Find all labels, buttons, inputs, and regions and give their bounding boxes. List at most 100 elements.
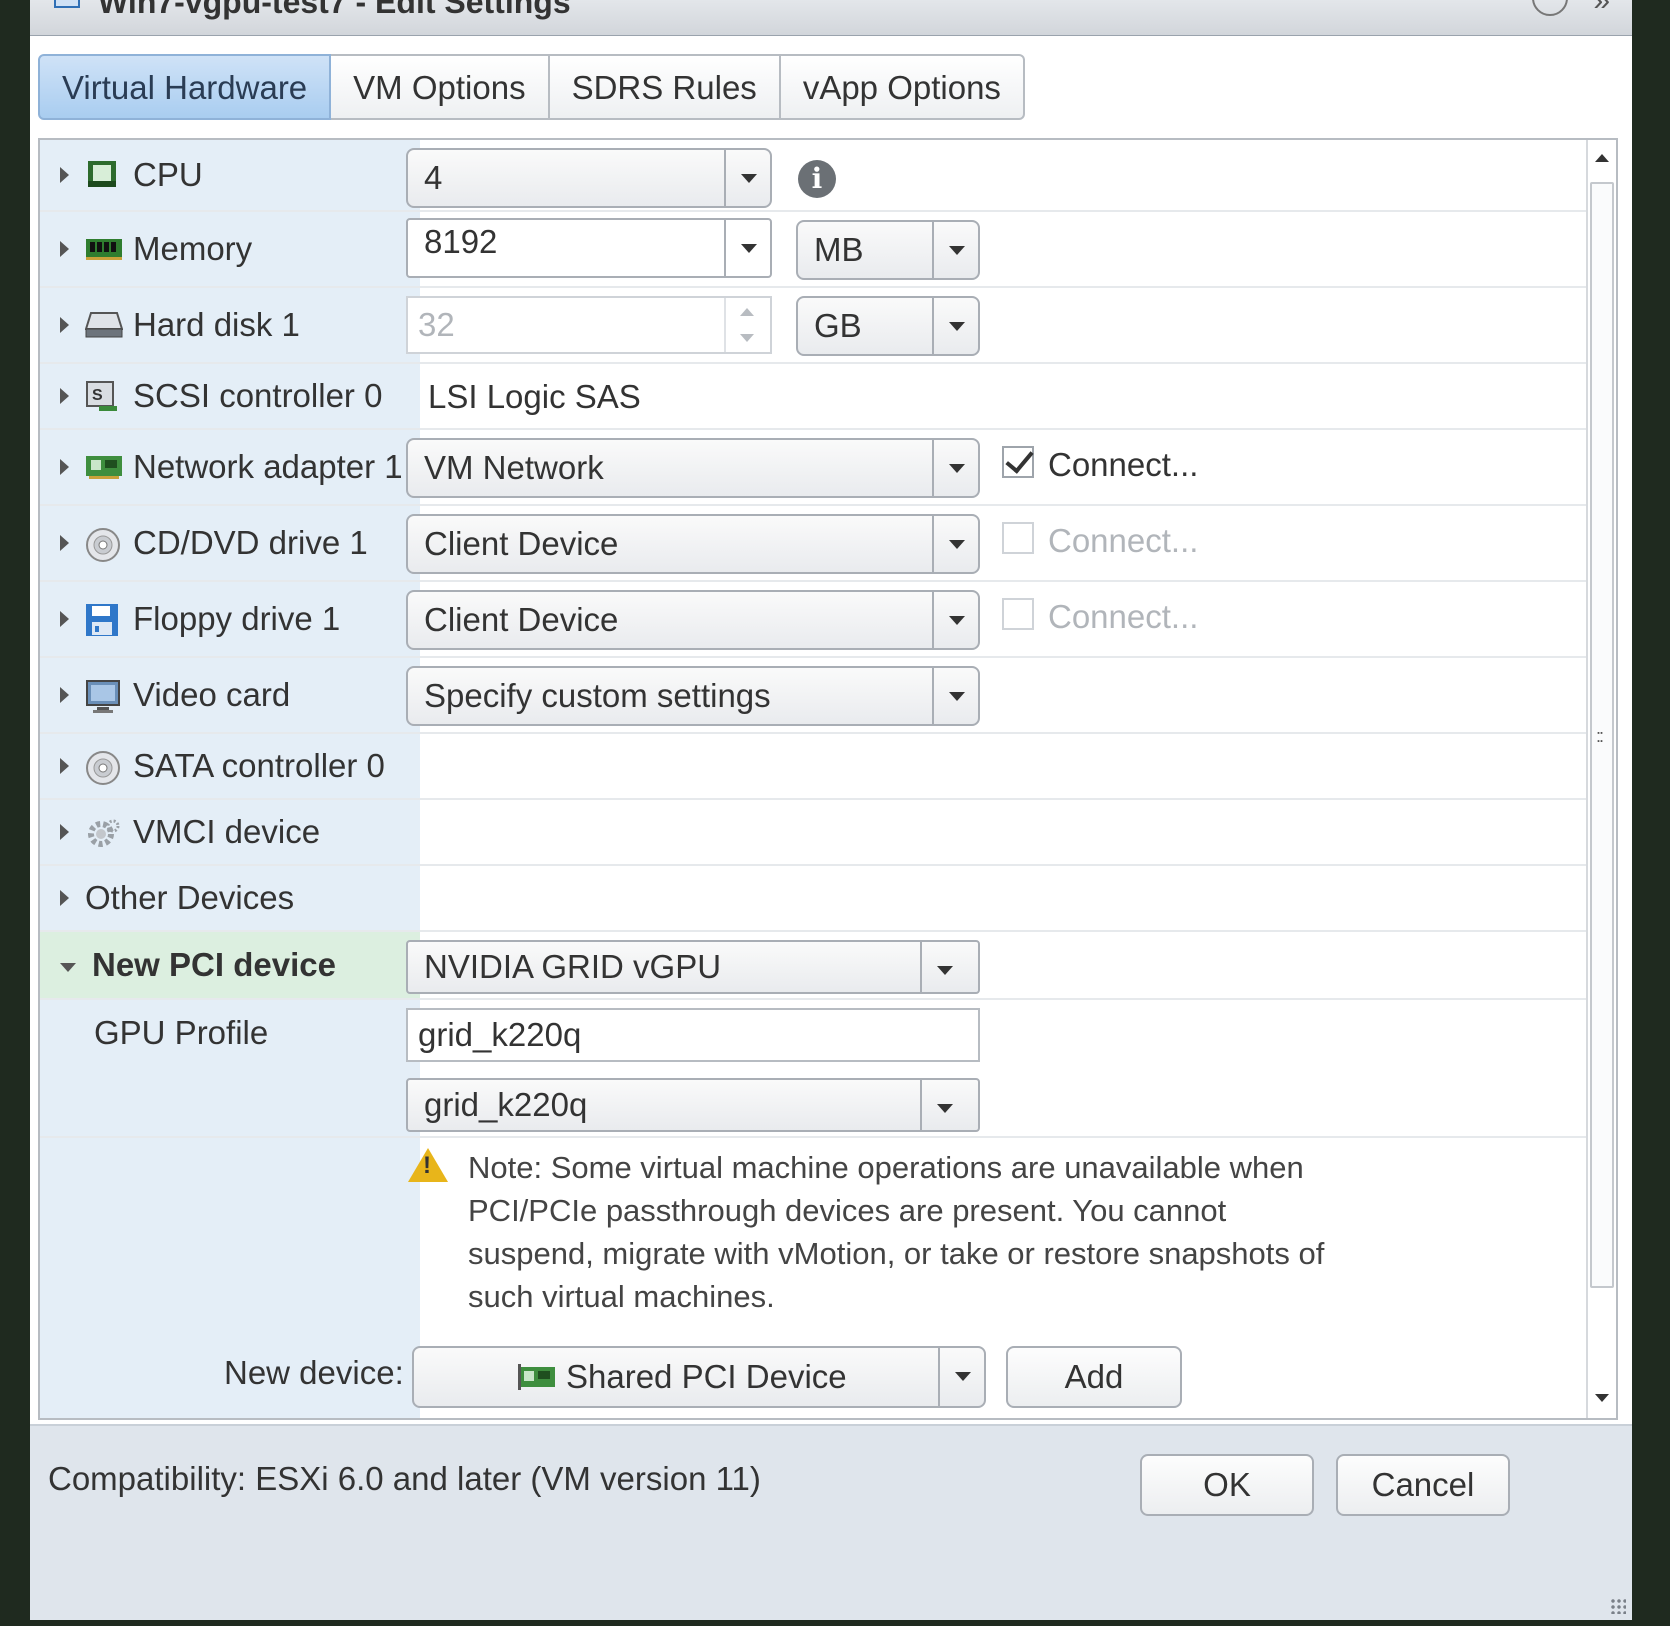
vmci-label-cell[interactable]: VMCI device <box>40 800 420 864</box>
cddvd-value: Client Device <box>424 525 619 562</box>
collapse-arrow-icon[interactable] <box>60 962 76 972</box>
pci-device-type-select[interactable]: NVIDIA GRID vGPU <box>406 940 980 994</box>
floppy-label-cell[interactable]: Floppy drive 1 <box>40 582 420 656</box>
cpu-icon <box>85 159 121 191</box>
vm-icon <box>54 0 80 8</box>
tab-vapp-options[interactable]: vApp Options <box>780 54 1025 120</box>
other-devices-label-cell[interactable]: Other Devices <box>40 866 420 930</box>
video-label-cell[interactable]: Video card <box>40 658 420 732</box>
memory-label-cell[interactable]: Memory <box>40 212 420 286</box>
pci-device-type-value: NVIDIA GRID vGPU <box>424 948 722 985</box>
new-pci-label: New PCI device <box>92 946 336 983</box>
hardware-row-gpu-profile: GPU Profile grid_k220q grid_k220q <box>40 1000 1586 1138</box>
cancel-button[interactable]: Cancel <box>1336 1454 1510 1516</box>
expand-arrow-icon[interactable] <box>60 459 69 475</box>
chevron-down-icon[interactable] <box>932 516 978 572</box>
gpu-profile-select[interactable]: grid_k220q <box>406 1078 980 1132</box>
compatibility-text: Compatibility: ESXi 6.0 and later (VM ve… <box>48 1460 761 1497</box>
expand-arrow-icon[interactable] <box>60 535 69 551</box>
hard-disk-label-cell[interactable]: Hard disk 1 <box>40 288 420 362</box>
sata-label-cell[interactable]: SATA controller 0 <box>40 734 420 798</box>
spin-down-icon[interactable] <box>740 334 754 342</box>
expand-arrow-icon[interactable] <box>60 611 69 627</box>
video-settings-select[interactable]: Specify custom settings <box>406 666 980 726</box>
spin-up-icon[interactable] <box>740 308 754 316</box>
expand-arrow-icon[interactable] <box>60 890 69 906</box>
hardware-row-scsi: S SCSI controller 0 LSI Logic SAS <box>40 364 1586 430</box>
memory-unit-select[interactable]: MB <box>796 220 980 280</box>
expand-arrow-icon[interactable] <box>60 241 69 257</box>
ok-button[interactable]: OK <box>1140 1454 1314 1516</box>
scsi-controller-icon: S <box>85 380 121 412</box>
network-connect-checkbox[interactable] <box>1002 446 1034 478</box>
hard-disk-icon <box>84 309 124 341</box>
gear-icon <box>85 816 121 848</box>
sata-controller-icon <box>85 750 121 785</box>
info-icon[interactable]: i <box>798 160 836 198</box>
chevron-down-icon[interactable] <box>724 220 770 276</box>
floppy-connect-label: Connect... <box>1048 598 1199 635</box>
chevron-down-icon[interactable] <box>920 1080 978 1130</box>
scsi-label-cell[interactable]: S SCSI controller 0 <box>40 364 420 428</box>
other-devices-label: Other Devices <box>85 879 295 916</box>
cddvd-connect-checkbox[interactable] <box>1002 522 1034 554</box>
hard-disk-unit-select[interactable]: GB <box>796 296 980 356</box>
chevron-down-icon[interactable] <box>724 150 770 206</box>
expand-arrow-icon[interactable] <box>60 687 69 703</box>
resize-grip-icon[interactable] <box>1610 1598 1626 1614</box>
memory-size-value: 8192 <box>424 223 498 260</box>
chevron-down-icon[interactable] <box>932 298 978 354</box>
passthrough-note: Note: Some virtual machine operations ar… <box>468 1150 1325 1314</box>
new-pci-label-cell[interactable]: New PCI device <box>40 932 420 998</box>
hardware-row-cpu: CPU 4 i <box>40 140 1586 212</box>
tab-bar: Virtual Hardware VM Options SDRS Rules v… <box>38 54 1025 120</box>
gpu-profile-text-field[interactable]: grid_k220q <box>406 1008 980 1062</box>
scroll-up-icon[interactable] <box>1595 154 1609 162</box>
memory-unit-value: MB <box>814 231 864 268</box>
dialog-footer: Compatibility: ESXi 6.0 and later (VM ve… <box>30 1424 1632 1620</box>
hardware-row-cddvd: CD/DVD drive 1 Client Device Connect... <box>40 506 1586 582</box>
scsi-label: SCSI controller 0 <box>133 377 383 414</box>
new-device-select[interactable]: Shared PCI Device <box>412 1346 986 1408</box>
expand-arrow-icon[interactable] <box>60 167 69 183</box>
hardware-row-video: Video card Specify custom settings <box>40 658 1586 734</box>
tab-virtual-hardware[interactable]: Virtual Hardware <box>38 54 332 120</box>
memory-size-input[interactable]: 8192 <box>406 218 772 278</box>
edit-settings-dialog: Win7-vgpu-test7 - Edit Settings » Virtua… <box>30 0 1632 1620</box>
floppy-select[interactable]: Client Device <box>406 590 980 650</box>
network-adapter-icon <box>85 451 122 483</box>
dialog-title: Win7-vgpu-test7 - Edit Settings <box>98 0 571 20</box>
help-icon[interactable] <box>1532 0 1568 16</box>
scroll-down-icon[interactable] <box>1595 1394 1609 1402</box>
spinner-buttons[interactable] <box>724 298 770 352</box>
hard-disk-size-value: 32 <box>418 306 455 343</box>
cddvd-select[interactable]: Client Device <box>406 514 980 574</box>
floppy-value: Client Device <box>424 601 619 638</box>
chevron-down-icon[interactable] <box>932 222 978 278</box>
hard-disk-size-spinner[interactable]: 32 <box>406 296 772 354</box>
chevron-down-icon[interactable] <box>932 440 978 496</box>
hardware-row-other: Other Devices <box>40 866 1586 932</box>
expand-arrow-icon[interactable] <box>60 758 69 774</box>
floppy-connect-checkbox[interactable] <box>1002 598 1034 630</box>
network-label-cell[interactable]: Network adapter 1 <box>40 430 420 504</box>
chevron-down-icon[interactable] <box>932 592 978 648</box>
add-device-button[interactable]: Add <box>1006 1346 1182 1408</box>
chevron-down-icon[interactable] <box>920 942 978 992</box>
chevron-down-icon[interactable] <box>938 1348 984 1406</box>
tab-sdrs-rules[interactable]: SDRS Rules <box>549 54 781 120</box>
expand-arrow-icon[interactable] <box>60 388 69 404</box>
network-value: VM Network <box>424 449 604 486</box>
expand-arrow-icon[interactable] <box>60 824 69 840</box>
floppy-icon <box>85 603 121 636</box>
expand-arrow-icon[interactable] <box>60 317 69 333</box>
cpu-label-cell[interactable]: CPU <box>40 140 420 210</box>
cpu-count-select[interactable]: 4 <box>406 148 772 208</box>
tab-vm-options[interactable]: VM Options <box>331 54 550 120</box>
close-icon[interactable]: » <box>1593 0 1610 18</box>
video-value: Specify custom settings <box>424 677 771 714</box>
cddvd-label-cell[interactable]: CD/DVD drive 1 <box>40 506 420 580</box>
chevron-down-icon[interactable] <box>932 668 978 724</box>
vertical-scrollbar[interactable]: :: <box>1586 140 1616 1418</box>
network-select[interactable]: VM Network <box>406 438 980 498</box>
